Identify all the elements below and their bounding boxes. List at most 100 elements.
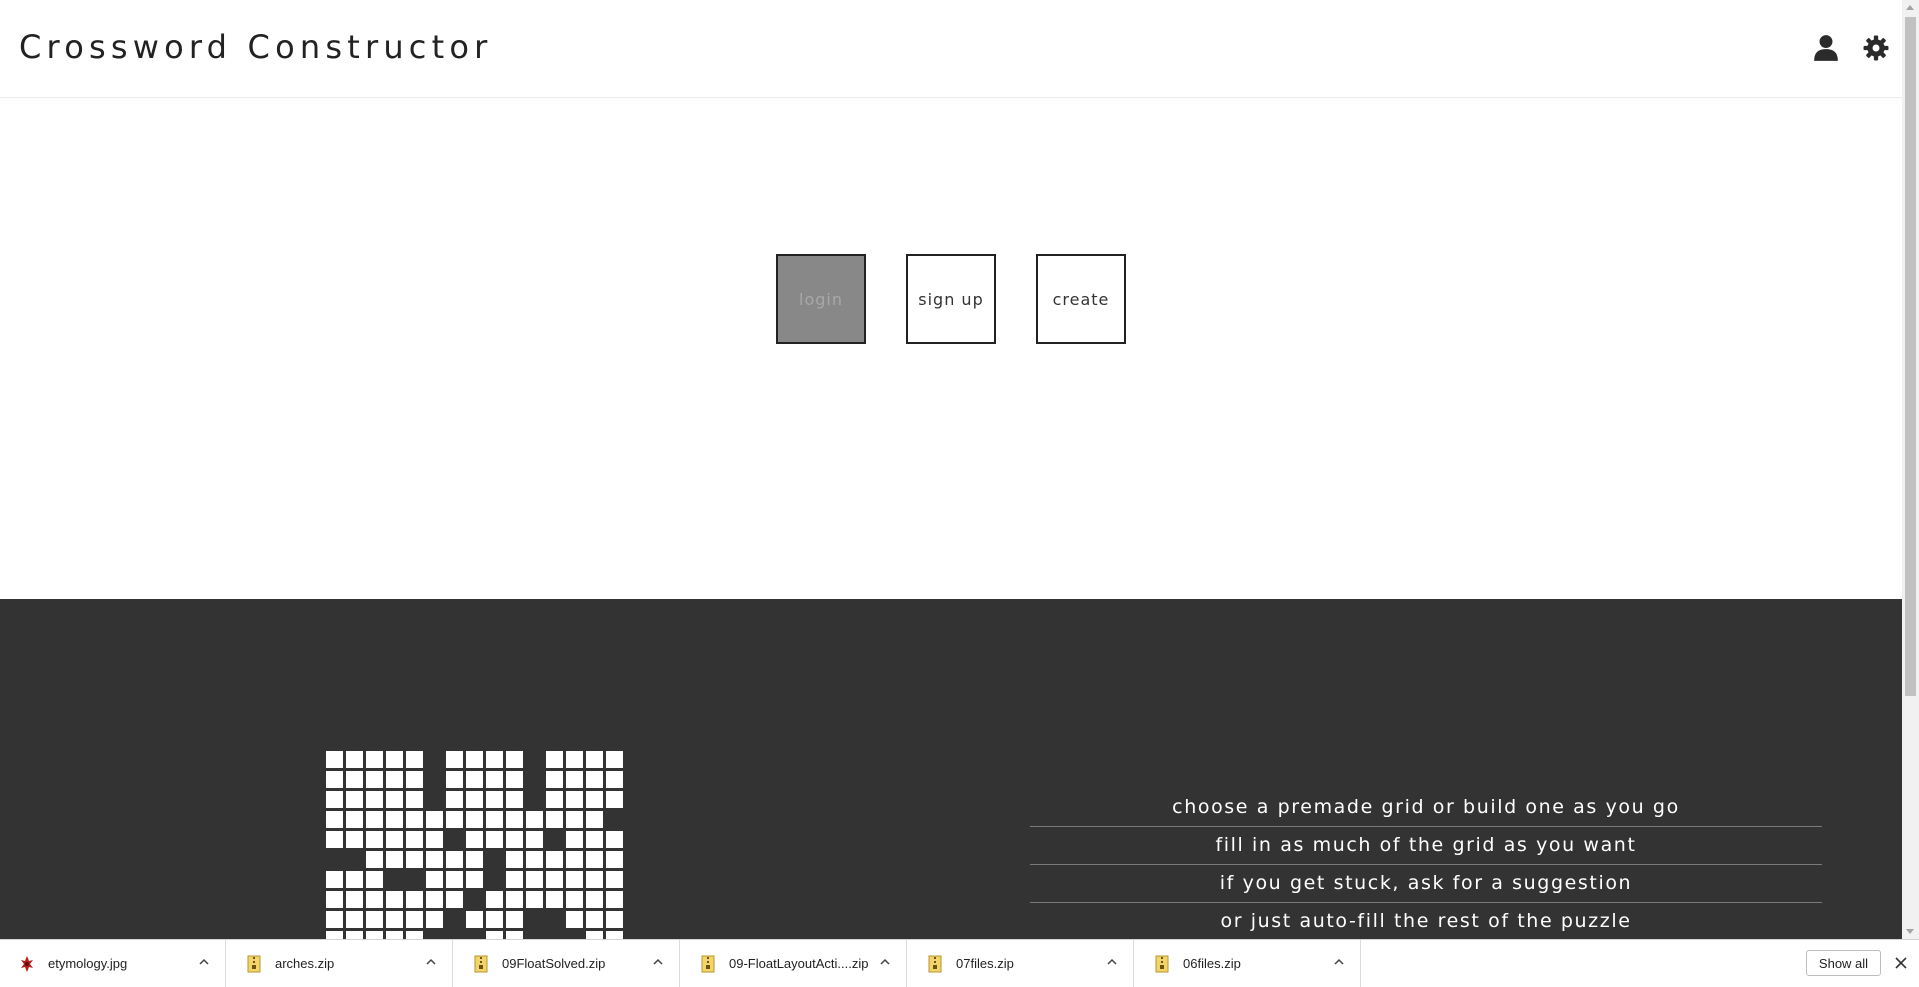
grid-cell (486, 931, 503, 939)
feature-list: choose a premade grid or build one as yo… (1030, 789, 1822, 941)
grid-cell (506, 871, 523, 888)
scroll-up-arrow-icon[interactable] (1906, 5, 1914, 10)
grid-cell (606, 771, 623, 788)
grid-cell (486, 831, 503, 848)
grid-cell (366, 891, 383, 908)
grid-cell (386, 831, 403, 848)
login-button[interactable]: login (776, 254, 866, 344)
grid-cell (546, 811, 563, 828)
chevron-up-icon[interactable] (425, 956, 437, 968)
grid-cell (326, 871, 343, 888)
grid-cell (466, 811, 483, 828)
grid-cell (466, 871, 483, 888)
grid-cell (586, 831, 603, 848)
grid-cell (446, 771, 463, 788)
close-icon[interactable] (1894, 956, 1908, 970)
grid-cell (366, 811, 383, 828)
grid-cell (406, 851, 423, 868)
grid-cell (506, 851, 523, 868)
grid-cell (386, 891, 403, 908)
scroll-thumb[interactable] (1905, 17, 1916, 696)
grid-cell (566, 891, 583, 908)
gear-icon[interactable] (1863, 34, 1889, 62)
feature-item: fill in as much of the grid as you want (1030, 827, 1822, 865)
scroll-down-arrow-icon[interactable] (1906, 929, 1914, 934)
grid-cell (466, 831, 483, 848)
download-item[interactable]: 09-FloatLayoutActi....zip (681, 940, 907, 987)
user-icon[interactable] (1813, 34, 1839, 62)
grid-cell (426, 911, 443, 928)
grid-cell (366, 911, 383, 928)
grid-cell (506, 931, 523, 939)
grid-cell (346, 891, 363, 908)
grid-cell (566, 811, 583, 828)
download-filename: 09FloatSolved.zip (502, 956, 606, 971)
grid-cell (346, 871, 363, 888)
grid-cell (546, 771, 563, 788)
grid-cell (506, 911, 523, 928)
site-title: Crossword Constructor (19, 28, 493, 66)
download-item[interactable]: etymology.jpg (0, 940, 226, 987)
sign-up-button[interactable]: sign up (906, 254, 996, 344)
feature-item: choose a premade grid or build one as yo… (1030, 789, 1822, 827)
grid-cell (406, 911, 423, 928)
chevron-up-icon[interactable] (652, 956, 664, 968)
grid-cell (366, 851, 383, 868)
grid-cell (346, 811, 363, 828)
grid-cell (406, 891, 423, 908)
download-item[interactable]: 09FloatSolved.zip (454, 940, 680, 987)
grid-cell (486, 811, 503, 828)
crossword-grid-preview (326, 751, 623, 939)
grid-cell (346, 831, 363, 848)
grid-cell (606, 911, 623, 928)
grid-cell (606, 851, 623, 868)
grid-cell (326, 771, 343, 788)
grid-cell (326, 791, 343, 808)
grid-cell (446, 751, 463, 768)
grid-cell (566, 911, 583, 928)
download-item[interactable]: 06files.zip (1135, 940, 1361, 987)
chevron-up-icon[interactable] (1333, 956, 1345, 968)
grid-cell (406, 791, 423, 808)
show-all-downloads-button[interactable]: Show all (1806, 950, 1881, 976)
feature-item: if you get stuck, ask for a suggestion (1030, 865, 1822, 903)
grid-cell (566, 851, 583, 868)
page-scrollbar[interactable] (1902, 0, 1919, 939)
zip-file-icon (1155, 955, 1169, 973)
grid-cell (466, 851, 483, 868)
grid-cell (326, 751, 343, 768)
grid-cell (366, 871, 383, 888)
grid-cell (586, 931, 603, 939)
download-bar: etymology.jpg arches.zip 09FloatSolved.z… (0, 939, 1919, 987)
download-item[interactable]: arches.zip (227, 940, 453, 987)
zip-file-icon (247, 955, 261, 973)
grid-cell (366, 771, 383, 788)
grid-cell (506, 891, 523, 908)
download-filename: 06files.zip (1183, 956, 1241, 971)
grid-cell (506, 811, 523, 828)
grid-cell (526, 851, 543, 868)
grid-cell (446, 851, 463, 868)
grid-cell (426, 811, 443, 828)
grid-cell (606, 831, 623, 848)
grid-cell (586, 791, 603, 808)
grid-cell (506, 791, 523, 808)
grid-cell (326, 811, 343, 828)
chevron-up-icon[interactable] (879, 956, 891, 968)
chevron-up-icon[interactable] (198, 956, 210, 968)
grid-cell (606, 791, 623, 808)
grid-cell (346, 771, 363, 788)
grid-cell (466, 911, 483, 928)
grid-cell (446, 871, 463, 888)
chevron-up-icon[interactable] (1106, 956, 1118, 968)
create-button[interactable]: create (1036, 254, 1126, 344)
grid-cell (386, 751, 403, 768)
grid-cell (406, 931, 423, 939)
grid-cell (386, 931, 403, 939)
grid-cell (606, 891, 623, 908)
zip-file-icon (474, 955, 488, 973)
grid-cell (526, 871, 543, 888)
grid-cell (486, 771, 503, 788)
grid-cell (446, 791, 463, 808)
download-item[interactable]: 07files.zip (908, 940, 1134, 987)
